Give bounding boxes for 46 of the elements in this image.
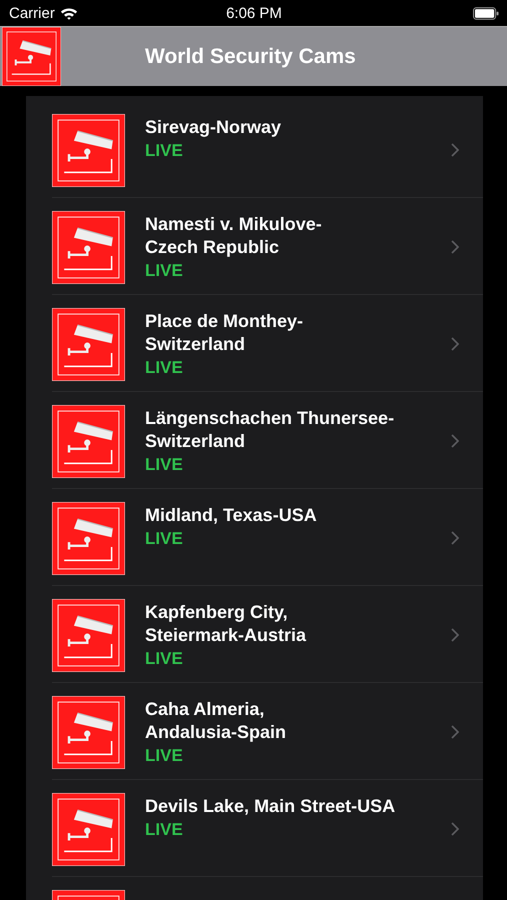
live-status: LIVE xyxy=(145,454,183,476)
security-camera-icon xyxy=(52,211,125,284)
battery-icon xyxy=(473,6,499,20)
chevron-icon xyxy=(451,240,459,254)
camera-row[interactable]: Place de Monthey- Switzerland LIVE xyxy=(52,295,483,392)
camera-name: Midland, Texas-USA xyxy=(145,504,317,527)
chevron-icon xyxy=(451,337,459,351)
live-status: LIVE xyxy=(145,260,183,282)
camera-name: Namesti v. Mikulove- Czech Republic xyxy=(145,213,322,259)
security-camera-icon xyxy=(52,599,125,672)
chevron-icon xyxy=(451,531,459,545)
wifi-icon xyxy=(60,6,78,20)
live-status: LIVE xyxy=(145,528,183,550)
camera-name: Devils Lake, Main Street-USA xyxy=(145,795,396,818)
camera-row[interactable]: Caha Almeria, Andalusia-Spain LIVE xyxy=(52,683,483,780)
security-camera-icon xyxy=(52,405,125,478)
camera-row[interactable]: Kapfenberg City, Steiermark-Austria LIVE xyxy=(52,586,483,683)
camera-row[interactable]: Midland, Texas-USA LIVE xyxy=(52,489,483,586)
live-status: LIVE xyxy=(145,819,183,841)
live-status: LIVE xyxy=(145,140,183,162)
carrier-label: Carrier xyxy=(9,4,55,22)
chevron-icon xyxy=(451,725,459,739)
security-camera-icon xyxy=(52,696,125,769)
live-status: LIVE xyxy=(145,745,183,767)
camera-row[interactable]: Devils Lake, Main Street-USA LIVE xyxy=(52,780,483,877)
chevron-icon xyxy=(451,143,459,157)
live-status: LIVE xyxy=(145,648,183,670)
app-title: World Security Cams xyxy=(145,44,356,68)
camera-row[interactable]: Längenschachen Thunersee- Switzerland LIVE xyxy=(52,392,483,489)
chevron-icon xyxy=(451,628,459,642)
camera-name: Caha Almeria, Andalusia-Spain xyxy=(145,698,286,744)
security-camera-icon xyxy=(52,793,125,866)
camera-name: Kapfenberg City, Steiermark-Austria xyxy=(145,601,306,647)
chevron-icon xyxy=(451,434,459,448)
camera-name: Sirevag-Norway xyxy=(145,116,282,139)
live-status: LIVE xyxy=(145,357,183,379)
security-camera-icon xyxy=(52,502,125,575)
camera-row[interactable]: Sirevag-Norway LIVE xyxy=(52,101,483,198)
security-camera-icon xyxy=(52,114,125,187)
security-camera-icon xyxy=(2,27,61,86)
camera-row[interactable]: Namesti v. Mikulove- Czech Republic LIVE xyxy=(52,198,483,295)
camera-name: Place de Monthey- Switzerland xyxy=(145,310,304,356)
status-time: 6:06 PM xyxy=(226,4,282,22)
security-camera-icon xyxy=(52,308,125,381)
camera-name: Längenschachen Thunersee- Switzerland xyxy=(145,407,394,453)
chevron-icon xyxy=(451,822,459,836)
